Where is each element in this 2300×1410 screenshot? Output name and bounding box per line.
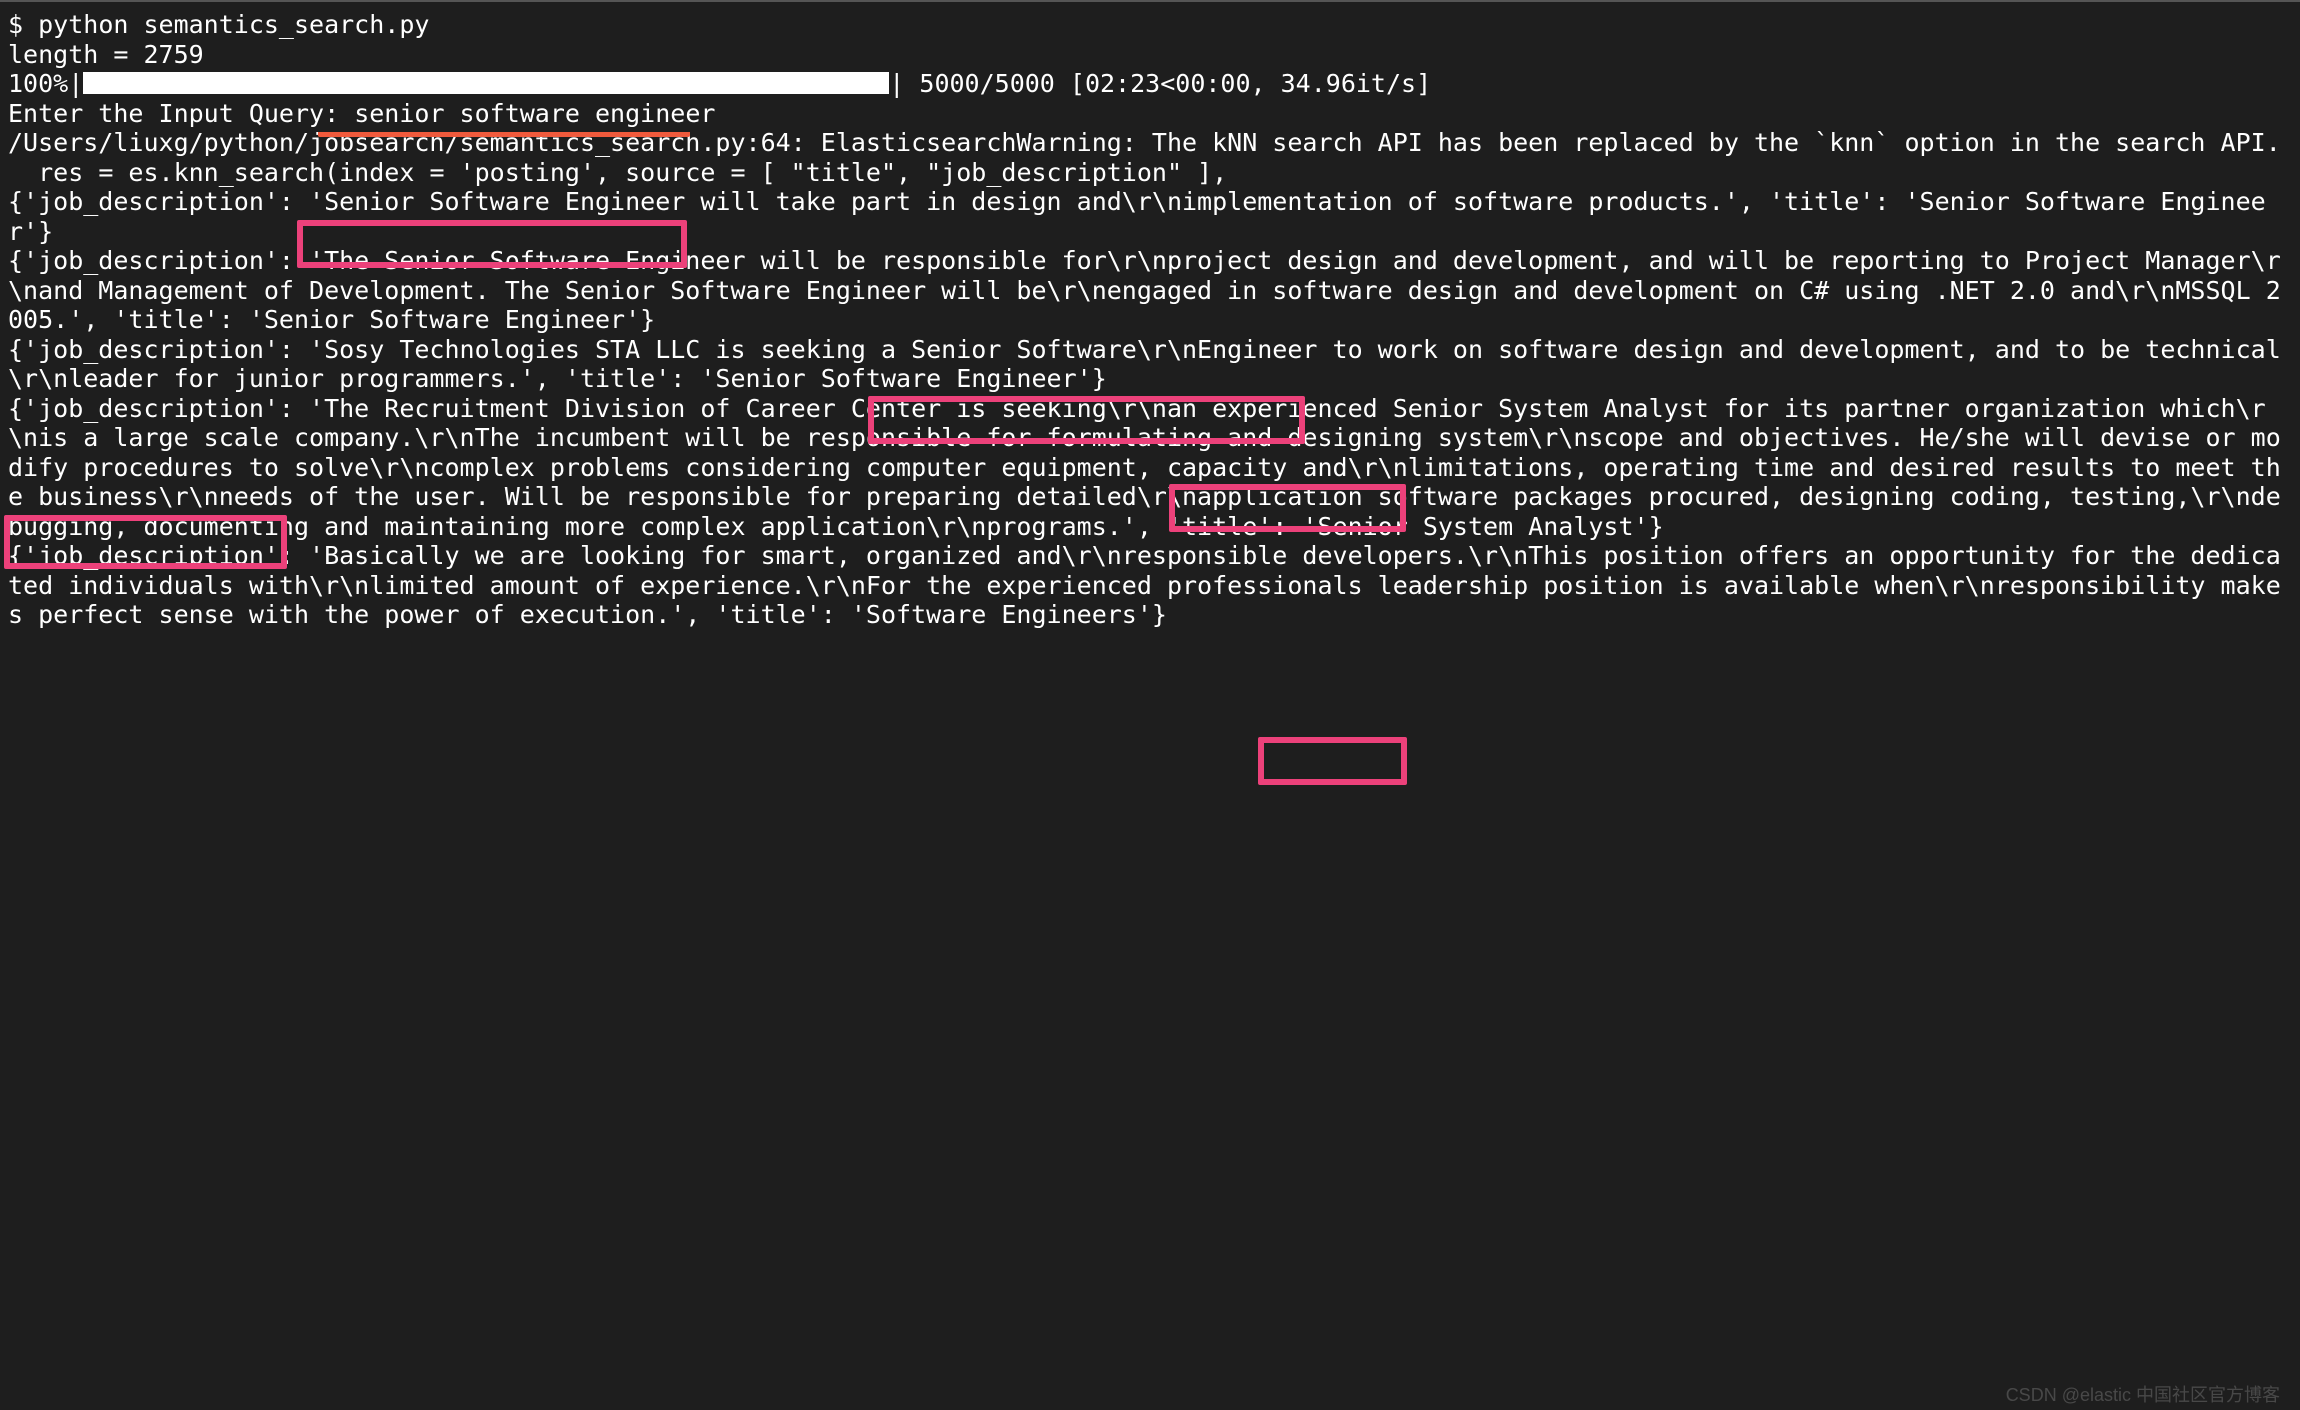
progress-bar — [83, 72, 889, 94]
watermark: CSDN @elastic 中国社区官方博客 — [2006, 1385, 2280, 1406]
annotation-box-developer — [1258, 737, 1407, 785]
terminal-output[interactable]: $ python semantics_search.py length = 27… — [0, 0, 2300, 1410]
command-text: python semantics_search.py — [38, 10, 429, 39]
result-row: {'job_description': 'Sosy Technologies S… — [8, 335, 2281, 394]
result-row: {'job_description': 'Senior Software Eng… — [8, 187, 2266, 246]
result-row: {'job_description': 'The Recruitment Div… — [8, 394, 2281, 541]
query-prompt: Enter the Input Query: — [8, 99, 354, 128]
query-value: senior software engineer — [354, 99, 715, 128]
result-row: {'job_description': 'Basically we are lo… — [8, 541, 2281, 629]
progress-percent: 100% — [8, 69, 68, 98]
warning-path: /Users/liuxg/python/jobsearch/semantics_… — [8, 128, 2281, 157]
length-output: length = 2759 — [8, 40, 204, 69]
warning-code: res = es.knn_search(index = 'posting', s… — [8, 158, 1227, 187]
result-row: {'job_description': 'The Senior Software… — [8, 246, 2281, 334]
shell-prompt: $ — [8, 10, 38, 39]
progress-stats: 5000/5000 [02:23<00:00, 34.96it/s] — [904, 69, 1431, 98]
